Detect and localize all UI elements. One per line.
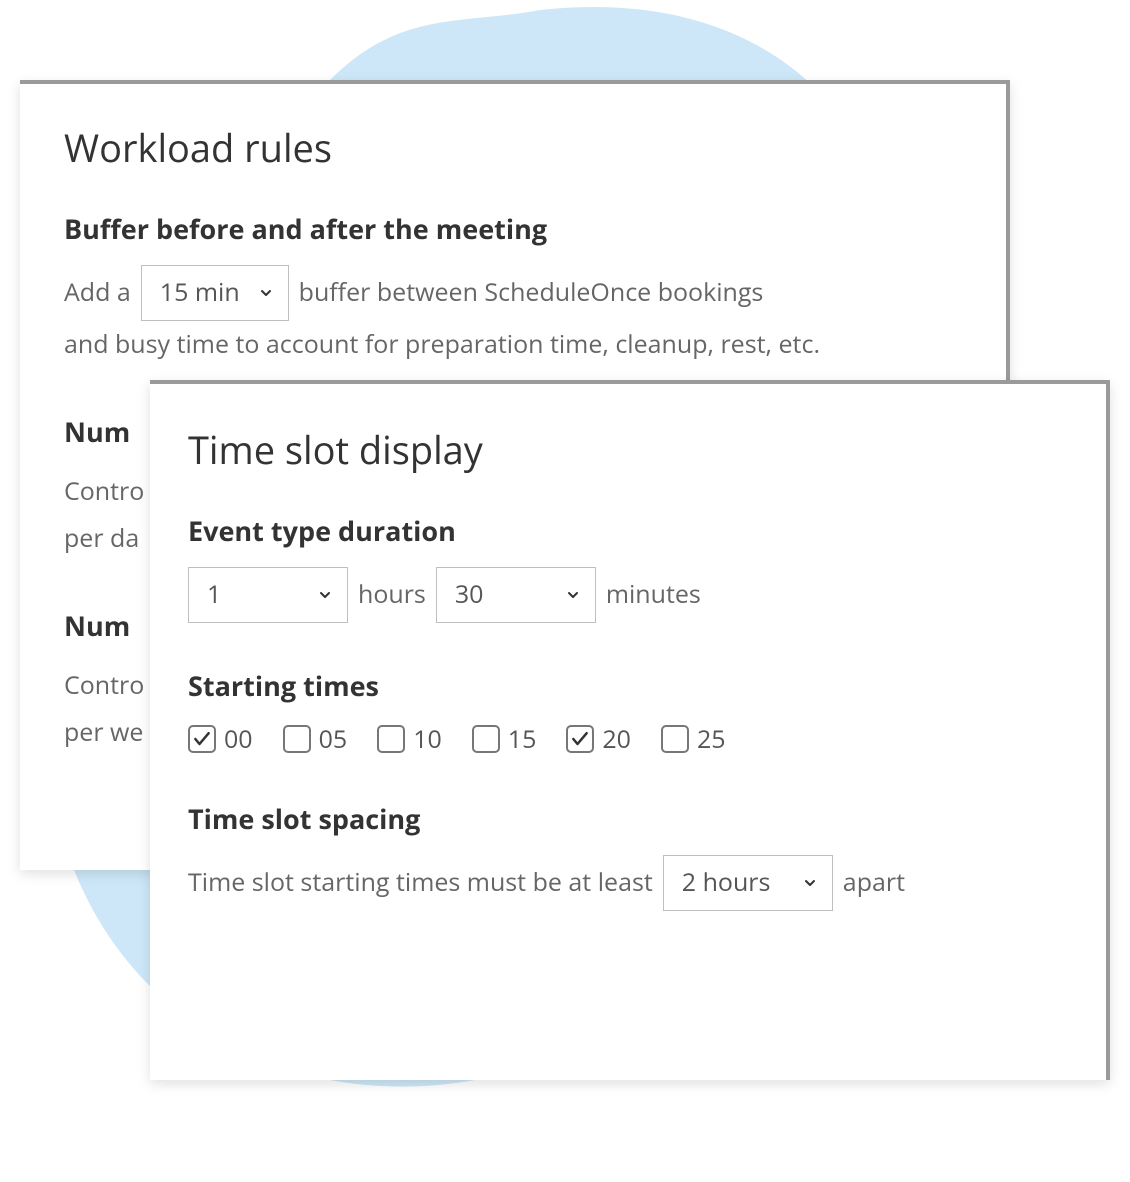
buffer-prefix: Add a xyxy=(64,269,131,317)
spacing-value: 2 hours xyxy=(682,859,771,907)
buffer-mid: buffer between ScheduleOnce bookings xyxy=(299,269,764,317)
spacing-suffix: apart xyxy=(843,859,905,907)
buffer-select-value: 15 min xyxy=(160,269,240,317)
buffer-tail: and busy time to account for preparation… xyxy=(64,321,962,369)
start-25-checkbox[interactable]: 25 xyxy=(661,722,726,756)
hours-select[interactable]: 1 xyxy=(188,567,348,623)
start-05-checkbox[interactable]: 05 xyxy=(283,722,348,756)
start-05-label: 05 xyxy=(319,722,348,756)
minutes-value: 30 xyxy=(455,571,484,619)
spacing-prefix: Time slot starting times must be at leas… xyxy=(188,859,653,907)
spacing-select[interactable]: 2 hours xyxy=(663,855,833,911)
minutes-select[interactable]: 30 xyxy=(436,567,596,623)
spacing-heading: Time slot spacing xyxy=(188,800,1068,837)
duration-heading: Event type duration xyxy=(188,512,1068,549)
workload-rules-title: Workload rules xyxy=(64,122,962,174)
starting-times-options: 00 05 10 15 xyxy=(188,722,1068,756)
start-25-label: 25 xyxy=(697,722,726,756)
start-15-label: 15 xyxy=(508,722,537,756)
starting-times-section: Starting times 00 05 10 xyxy=(188,667,1068,756)
chevron-down-icon xyxy=(317,587,333,603)
minutes-label: minutes xyxy=(606,571,701,619)
chevron-down-icon xyxy=(802,875,818,891)
hours-label: hours xyxy=(358,571,426,619)
check-icon xyxy=(192,729,212,749)
checkbox-box xyxy=(188,725,216,753)
buffer-heading: Buffer before and after the meeting xyxy=(64,210,962,247)
checkbox-box xyxy=(472,725,500,753)
checkbox-box xyxy=(283,725,311,753)
buffer-section: Buffer before and after the meeting Add … xyxy=(64,210,962,369)
spacing-section: Time slot spacing Time slot starting tim… xyxy=(188,800,1068,911)
check-icon xyxy=(570,729,590,749)
time-slot-title: Time slot display xyxy=(188,424,1068,476)
buffer-select[interactable]: 15 min xyxy=(141,265,289,321)
checkbox-box xyxy=(377,725,405,753)
hours-value: 1 xyxy=(207,571,221,619)
starting-times-heading: Starting times xyxy=(188,667,1068,704)
checkbox-box xyxy=(661,725,689,753)
start-10-checkbox[interactable]: 10 xyxy=(377,722,442,756)
start-00-checkbox[interactable]: 00 xyxy=(188,722,253,756)
time-slot-display-card: Time slot display Event type duration 1 … xyxy=(150,380,1110,1080)
start-10-label: 10 xyxy=(413,722,442,756)
start-15-checkbox[interactable]: 15 xyxy=(472,722,537,756)
chevron-down-icon xyxy=(258,285,274,301)
start-00-label: 00 xyxy=(224,722,253,756)
checkbox-box xyxy=(566,725,594,753)
start-20-checkbox[interactable]: 20 xyxy=(566,722,631,756)
start-20-label: 20 xyxy=(602,722,631,756)
duration-section: Event type duration 1 hours 30 minutes xyxy=(188,512,1068,623)
chevron-down-icon xyxy=(565,587,581,603)
